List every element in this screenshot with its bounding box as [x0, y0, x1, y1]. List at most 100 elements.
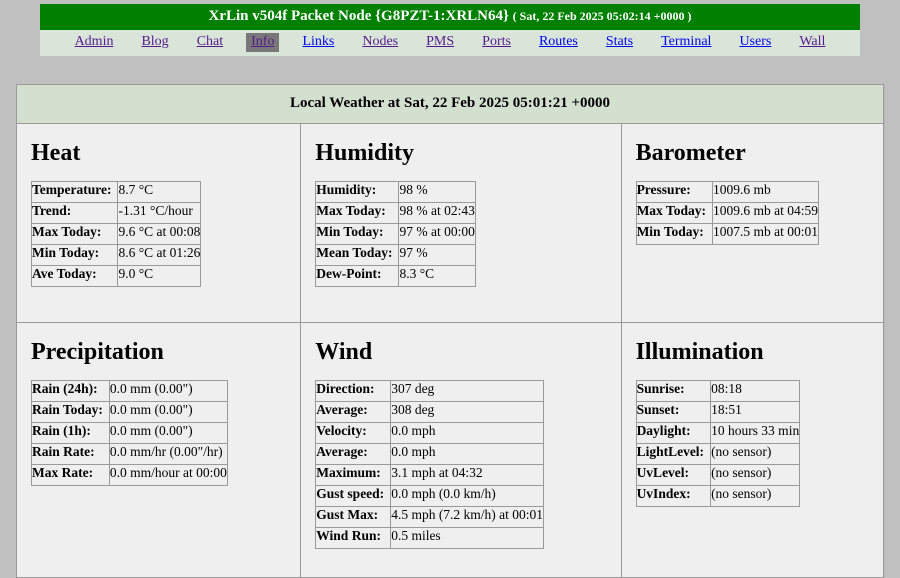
- panel-wind-values: Direction: 307 deg Average: 308 deg Velocity…: [315, 379, 545, 549]
- stat-label: Humidity:: [315, 180, 400, 203]
- stat-label: Rain (24h):: [31, 379, 110, 402]
- stat-value: 97 %: [398, 243, 476, 266]
- stat-row: Gust speed: 0.0 mph (0.0 km/h): [315, 484, 545, 507]
- stat-label: Velocity:: [315, 421, 392, 444]
- stat-value: 98 % at 02:43: [398, 201, 476, 224]
- nav-item-stats[interactable]: Stats: [601, 33, 638, 52]
- stat-row: Daylight: 10 hours 33 min: [635, 421, 801, 444]
- panel-humidity: Humidity Humidity: 98 % Max Today: 98 % at …: [300, 123, 622, 324]
- stat-label: Maximum:: [315, 463, 392, 486]
- stat-row: Max Today: 9.6 °C at 00:08: [30, 222, 202, 245]
- stat-value: 97 % at 00:00: [398, 222, 476, 245]
- stat-value: 0.5 miles: [390, 526, 545, 549]
- nav-item-wall[interactable]: Wall: [794, 33, 830, 52]
- stat-row: Rain (1h): 0.0 mm (0.00"): [31, 421, 228, 444]
- stat-value: 0.0 mm (0.00"): [108, 400, 228, 423]
- stat-value: 0.0 mph: [390, 421, 545, 444]
- stat-value: 308 deg: [390, 400, 545, 423]
- stat-value: 8.7 °C: [117, 180, 202, 203]
- stat-label: UvIndex:: [635, 484, 712, 507]
- stat-value: 0.0 mm/hour at 00:00: [108, 463, 228, 486]
- stat-value: 0.0 mph (0.0 km/h): [390, 484, 545, 507]
- stat-row: Trend: -1.31 °C/hour: [30, 201, 202, 224]
- stat-value: 0.0 mph: [390, 442, 545, 465]
- weather-table: Local Weather at Sat, 22 Feb 2025 05:01:…: [15, 84, 885, 578]
- node-datetime: ( Sat, 22 Feb 2025 05:02:14 +0000 ): [512, 9, 692, 23]
- panel-precipitation-title: Precipitation: [31, 339, 164, 366]
- stat-value: 8.3 °C: [398, 264, 476, 287]
- stat-row: Max Today: 98 % at 02:43: [315, 201, 476, 224]
- stat-label: Average:: [315, 400, 392, 423]
- stat-value: 307 deg: [390, 379, 545, 402]
- nav-item-chat[interactable]: Chat: [192, 33, 228, 52]
- stat-row: Humidity: 98 %: [315, 180, 476, 203]
- stat-value: 0.0 mm (0.00"): [108, 421, 228, 444]
- stat-row: Rain Rate: 0.0 mm/hr (0.00"/hr): [31, 442, 228, 465]
- stat-label: Ave Today:: [30, 264, 119, 287]
- panel-illumination-values: Sunrise: 08:18 Sunset: 18:51 Daylight: 10 hou…: [635, 379, 801, 507]
- stat-label: Daylight:: [635, 421, 712, 444]
- stat-row: UvLevel: (no sensor): [635, 463, 801, 486]
- stat-row: Average: 0.0 mph: [315, 442, 545, 465]
- panel-barometer-title: Barometer: [635, 140, 746, 167]
- stat-value: (no sensor): [710, 463, 801, 486]
- stat-value: 08:18: [710, 379, 801, 402]
- stat-value: 0.0 mm (0.00"): [108, 379, 228, 402]
- stat-value: 8.6 °C at 01:26: [117, 243, 202, 266]
- stat-row: Direction: 307 deg: [315, 379, 545, 402]
- page-header: XrLin v504f Packet Node {G8PZT-1:XRLN64}…: [40, 4, 860, 57]
- stat-value: 98 %: [398, 180, 476, 203]
- stat-row: Rain Today: 0.0 mm (0.00"): [31, 400, 228, 423]
- nav-item-nodes[interactable]: Nodes: [357, 33, 403, 52]
- weather-caption-row: Local Weather at Sat, 22 Feb 2025 05:01:…: [16, 84, 884, 125]
- panel-precipitation: Precipitation Rain (24h): 0.0 mm (0.00") R…: [15, 322, 302, 578]
- stat-value: 0.0 mm/hr (0.00"/hr): [108, 442, 228, 465]
- node-title-bar: XrLin v504f Packet Node {G8PZT-1:XRLN64}…: [40, 4, 860, 31]
- stat-label: Direction:: [315, 379, 392, 402]
- stat-label: Sunset:: [635, 400, 712, 423]
- stat-value: (no sensor): [710, 484, 801, 507]
- weather-caption: Local Weather at Sat, 22 Feb 2025 05:01:…: [16, 84, 884, 125]
- stat-row: LightLevel: (no sensor): [635, 442, 801, 465]
- stat-label: Sunrise:: [635, 379, 712, 402]
- nav-item-blog[interactable]: Blog: [136, 33, 173, 52]
- stat-value: 1009.6 mb: [711, 180, 819, 203]
- stat-label: UvLevel:: [635, 463, 712, 486]
- stat-value: 9.0 °C: [117, 264, 202, 287]
- stat-row: Pressure: 1009.6 mb: [635, 180, 819, 203]
- stat-label: Trend:: [30, 201, 119, 224]
- stat-value: 10 hours 33 min: [710, 421, 801, 444]
- stat-row: Min Today: 97 % at 00:00: [315, 222, 476, 245]
- panel-heat-values: Temperature: 8.7 °C Trend: -1.31 °C/hour Max…: [30, 180, 202, 287]
- nav-item-users[interactable]: Users: [734, 33, 776, 52]
- nav-item-links[interactable]: Links: [297, 33, 339, 52]
- nav-item-ports[interactable]: Ports: [477, 33, 516, 52]
- node-title: XrLin v504f Packet Node {G8PZT-1:XRLN64}: [208, 8, 509, 24]
- stat-row: Max Rate: 0.0 mm/hour at 00:00: [31, 463, 228, 486]
- nav-item-admin[interactable]: Admin: [70, 33, 119, 52]
- nav-item-pms[interactable]: PMS: [421, 33, 459, 52]
- stat-row: UvIndex: (no sensor): [635, 484, 801, 507]
- panel-wind-title: Wind: [315, 339, 373, 366]
- stat-row: Gust Max: 4.5 mph (7.2 km/h) at 00:01: [315, 505, 545, 528]
- stat-value: 9.6 °C at 00:08: [117, 222, 202, 245]
- stat-label: Pressure:: [635, 180, 713, 203]
- weather-row-bottom: Precipitation Rain (24h): 0.0 mm (0.00") R…: [15, 322, 885, 578]
- panel-wind: Wind Direction: 307 deg Average: 308 deg Vel…: [300, 322, 622, 578]
- stat-row: Average: 308 deg: [315, 400, 545, 423]
- panel-illumination-title: Illumination: [635, 339, 764, 366]
- main-nav: Admin Blog Chat Info Links Nodes PMS Ports Route…: [40, 30, 860, 57]
- nav-item-routes[interactable]: Routes: [534, 33, 583, 52]
- stat-label: Dew-Point:: [315, 264, 400, 287]
- stat-label: Max Today:: [315, 201, 400, 224]
- stat-label: Gust speed:: [315, 484, 392, 507]
- stat-label: Rain Rate:: [31, 442, 110, 465]
- nav-item-terminal[interactable]: Terminal: [656, 33, 716, 52]
- nav-item-info[interactable]: Info: [246, 33, 280, 53]
- stat-row: Min Today: 1007.5 mb at 00:01: [635, 222, 819, 245]
- stat-value: 4.5 mph (7.2 km/h) at 00:01: [390, 505, 545, 528]
- stat-label: LightLevel:: [635, 442, 712, 465]
- weather-row-top: Heat Temperature: 8.7 °C Trend: -1.31 °C/ho…: [15, 123, 885, 324]
- stat-label: Max Today:: [30, 222, 119, 245]
- stat-row: Max Today: 1009.6 mb at 04:59: [635, 201, 819, 224]
